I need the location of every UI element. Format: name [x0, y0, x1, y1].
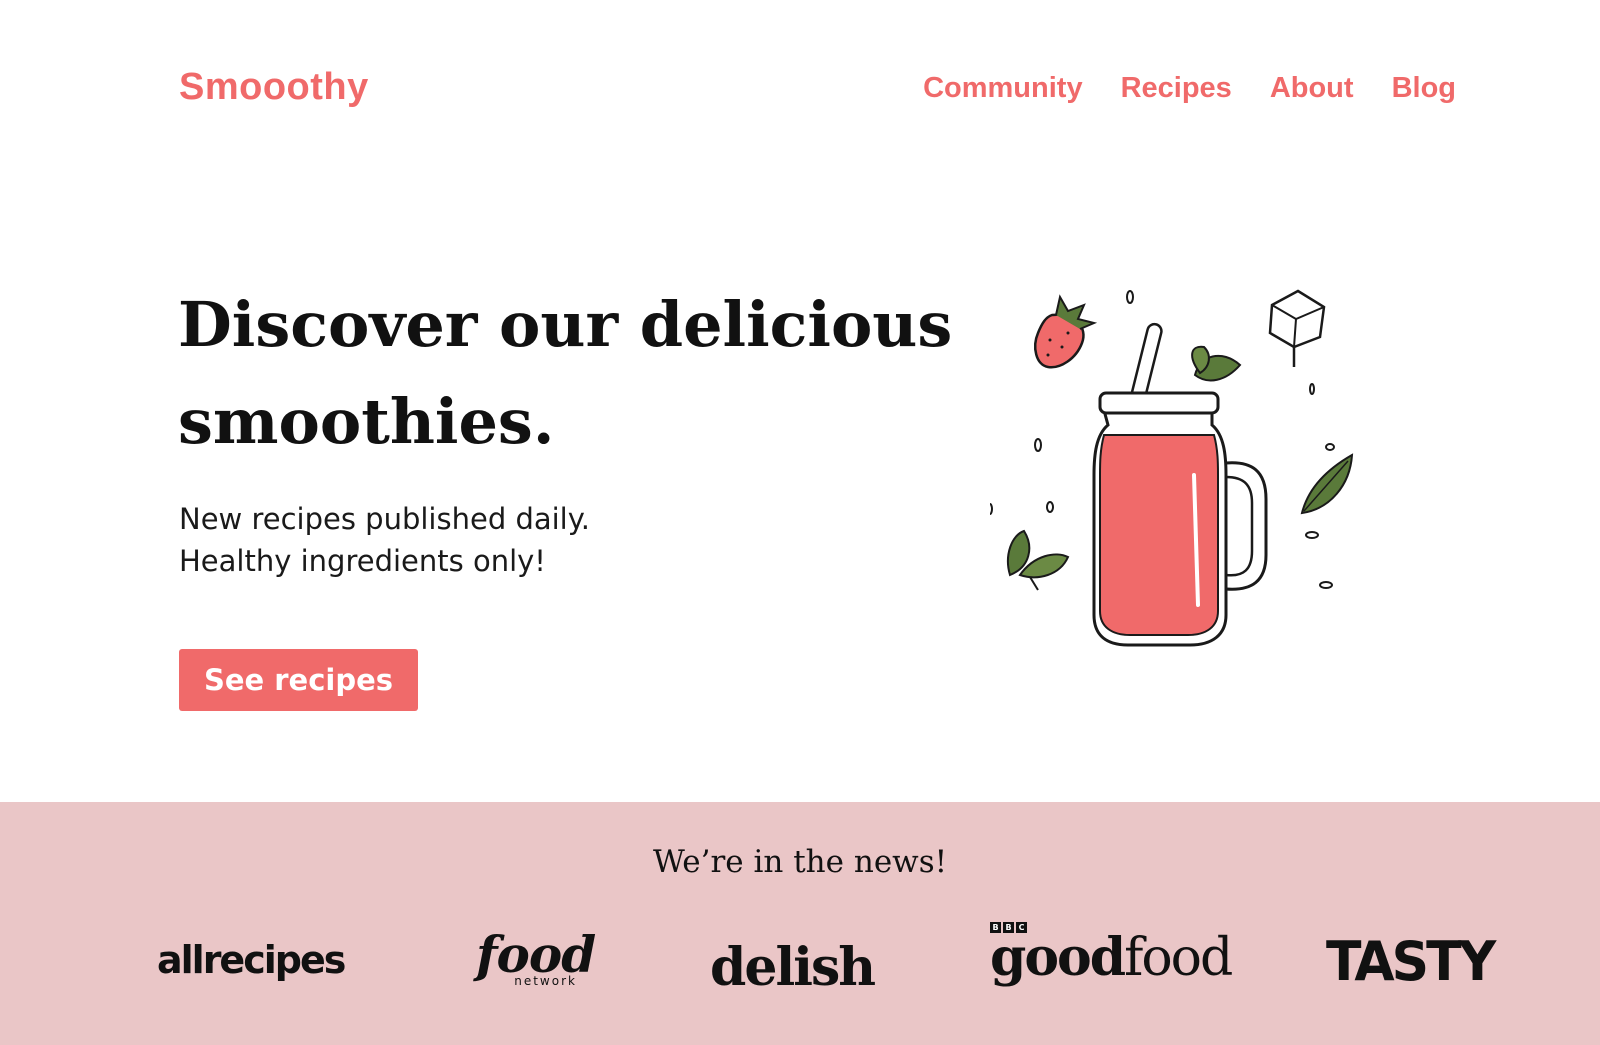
ice-cube-icon	[1268, 289, 1326, 367]
site-header: Smooothy Community Recipes About Blog	[0, 0, 1600, 180]
nav-link-community[interactable]: Community	[923, 72, 1083, 105]
mint-sprig-icon	[1006, 529, 1070, 591]
see-recipes-button[interactable]: See recipes	[179, 649, 418, 711]
jar-icon	[1092, 391, 1268, 647]
hero-subtitle-line: New recipes published daily.	[179, 502, 590, 536]
smoothie-jar-illustration	[990, 289, 1354, 647]
bbc-goodfood-logo: BBC goodfood	[990, 922, 1233, 988]
hero-subtitle-line: Healthy ingredients only!	[179, 544, 546, 578]
allrecipes-logo: allrecipes	[157, 938, 346, 982]
nav-link-about[interactable]: About	[1270, 72, 1354, 105]
goodfood-wordmark: goodfood	[990, 927, 1233, 988]
hero-subtitle: New recipes published daily. Healthy ing…	[179, 498, 779, 582]
main-nav: Community Recipes About Blog	[923, 72, 1456, 105]
basil-leaf-icon	[1300, 453, 1354, 515]
food-network-logo: food network	[476, 925, 596, 989]
delish-logo: delish	[710, 937, 876, 998]
mint-leaf-icon	[1191, 345, 1242, 382]
strawberry-icon	[1034, 294, 1098, 369]
food-network-logo-word: food	[476, 925, 596, 984]
nav-link-blog[interactable]: Blog	[1392, 72, 1456, 105]
nav-link-recipes[interactable]: Recipes	[1121, 72, 1232, 105]
hero-title: Discover our delicious smoothies.	[178, 288, 953, 458]
news-title: We’re in the news!	[652, 844, 948, 880]
news-section: We’re in the news! allrecipes food netwo…	[0, 802, 1600, 1045]
tasty-logo: TASTY	[1326, 930, 1496, 994]
site-logo[interactable]: Smooothy	[179, 66, 369, 109]
